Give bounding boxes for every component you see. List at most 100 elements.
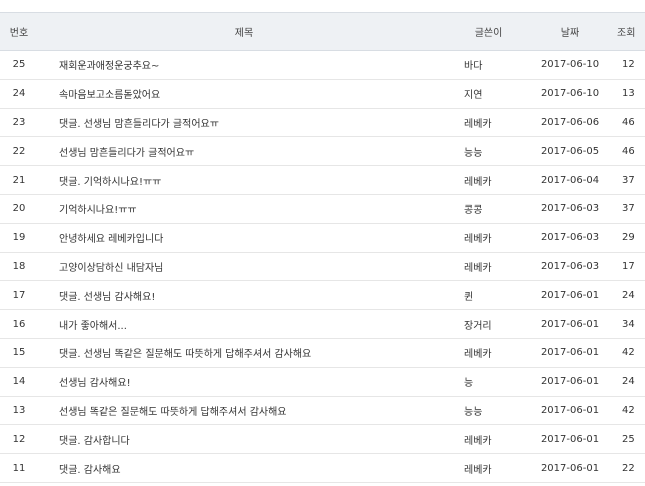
post-title-link[interactable]: 내가 좋아해서... xyxy=(59,321,127,332)
row-author: 지연 xyxy=(450,79,527,109)
table-row[interactable]: 23 댓글. 선생님 맘흔들리다가 글적어요ㅠ 레베카 2017-06-06 46 xyxy=(0,108,645,138)
row-date: 2017-06-03 xyxy=(527,194,613,224)
row-title-cell: 속마음보고소름돋았어요 xyxy=(38,79,450,109)
table-row[interactable]: 14 선생님 감사해요! 능 2017-06-01 24 xyxy=(0,367,645,397)
row-date: 2017-06-01 xyxy=(527,280,613,311)
row-author: 레베카 xyxy=(450,165,527,195)
row-author: 레베카 xyxy=(450,338,527,368)
row-date: 2017-06-01 xyxy=(527,453,613,483)
row-views: 37 xyxy=(613,194,645,224)
post-title-link[interactable]: 기억하시나요!ㅠㅠ xyxy=(59,205,137,216)
table-row[interactable]: 19 안녕하세요 레베카입니다 레베카 2017-06-03 29 xyxy=(0,223,645,253)
table-row[interactable]: 13 선생님 똑같은 질문해도 따뜻하게 답해주셔서 감사해요 능능 2017-06-… xyxy=(0,396,645,426)
board-header: 번호 제목 글쓴이 날짜 조회 xyxy=(0,12,645,51)
post-title-link[interactable]: 선생님 감사해요! xyxy=(59,378,131,389)
table-row[interactable]: 17 댓글. 선생님 감사해요! 퀸 2017-06-01 24 xyxy=(0,280,645,311)
row-date: 2017-06-01 xyxy=(527,424,613,455)
row-author: 레베카 xyxy=(450,424,527,455)
table-row[interactable]: 16 내가 좋아해서... 장거리 2017-06-01 34 xyxy=(0,309,645,339)
row-number: 15 xyxy=(0,338,38,368)
board-body: 25 재회운과애정운궁추요~ 바다 2017-06-10 12 24 속마음보고소름돋았어요… xyxy=(0,50,645,483)
row-number: 18 xyxy=(0,252,38,282)
table-row[interactable]: 24 속마음보고소름돋았어요 지연 2017-06-10 13 xyxy=(0,79,645,109)
header-row: 번호 제목 글쓴이 날짜 조회 xyxy=(0,12,645,51)
post-title-link[interactable]: 선생님 똑같은 질문해도 따뜻하게 답해주셔서 감사해요 xyxy=(59,407,287,418)
row-author: 능능 xyxy=(450,396,527,426)
header-date: 날짜 xyxy=(560,28,580,39)
post-title-link[interactable]: 댓글. 기억하시나요!ㅠㅠ xyxy=(59,177,161,188)
row-views: 34 xyxy=(613,309,645,339)
row-views: 46 xyxy=(613,108,645,138)
row-title-cell: 선생님 맘흔들리다가 글적어요ㅠ xyxy=(38,136,450,167)
row-views: 13 xyxy=(613,79,645,109)
row-number: 14 xyxy=(0,367,38,397)
row-date: 2017-06-05 xyxy=(527,136,613,167)
post-title-link[interactable]: 속마음보고소름돋았어요 xyxy=(59,90,160,101)
row-views: 22 xyxy=(613,453,645,483)
post-title-link[interactable]: 댓글. 선생님 감사해요! xyxy=(59,292,155,303)
row-title-cell: 댓글. 선생님 똑같은 질문해도 따뜻하게 답해주셔서 감사해요 xyxy=(38,338,450,368)
row-number: 25 xyxy=(0,50,38,80)
row-date: 2017-06-03 xyxy=(527,252,613,282)
header-number: 번호 xyxy=(9,28,29,39)
row-number: 19 xyxy=(0,223,38,253)
row-title-cell: 재회운과애정운궁추요~ xyxy=(38,50,450,80)
table-row[interactable]: 12 댓글. 감사합니다 레베카 2017-06-01 25 xyxy=(0,424,645,455)
row-date: 2017-06-10 xyxy=(527,79,613,109)
table-row[interactable]: 11 댓글. 감사해요 레베카 2017-06-01 22 xyxy=(0,453,645,483)
row-views: 17 xyxy=(613,252,645,282)
post-title-link[interactable]: 댓글. 감사해요 xyxy=(59,465,121,476)
row-date: 2017-06-01 xyxy=(527,367,613,397)
table-row[interactable]: 18 고양이상담하신 내담자님 레베카 2017-06-03 17 xyxy=(0,252,645,282)
row-date: 2017-06-06 xyxy=(527,108,613,138)
row-author: 레베카 xyxy=(450,223,527,253)
row-views: 25 xyxy=(613,424,645,455)
row-date: 2017-06-01 xyxy=(527,309,613,339)
row-title-cell: 댓글. 선생님 감사해요! xyxy=(38,280,450,311)
row-title-cell: 기억하시나요!ㅠㅠ xyxy=(38,194,450,224)
table-row[interactable]: 15 댓글. 선생님 똑같은 질문해도 따뜻하게 답해주셔서 감사해요 레베카 201… xyxy=(0,338,645,368)
row-title-cell: 댓글. 기억하시나요!ㅠㅠ xyxy=(38,165,450,195)
row-title-cell: 댓글. 감사합니다 xyxy=(38,424,450,455)
row-views: 46 xyxy=(613,136,645,167)
row-number: 13 xyxy=(0,396,38,426)
header-title: 제목 xyxy=(234,28,254,39)
row-author: 레베카 xyxy=(450,108,527,138)
row-title-cell: 댓글. 감사해요 xyxy=(38,453,450,483)
post-title-link[interactable]: 댓글. 선생님 맘흔들리다가 글적어요ㅠ xyxy=(59,119,219,130)
row-author: 바다 xyxy=(450,50,527,80)
row-author: 능능 xyxy=(450,136,527,167)
row-title-cell: 선생님 감사해요! xyxy=(38,367,450,397)
row-views: 42 xyxy=(613,338,645,368)
row-views: 29 xyxy=(613,223,645,253)
row-number: 24 xyxy=(0,79,38,109)
header-author: 글쓴이 xyxy=(474,28,503,39)
post-title-link[interactable]: 재회운과애정운궁추요~ xyxy=(59,61,159,72)
post-title-link[interactable]: 고양이상담하신 내담자님 xyxy=(59,263,163,274)
row-number: 20 xyxy=(0,194,38,224)
row-title-cell: 고양이상담하신 내담자님 xyxy=(38,252,450,282)
row-date: 2017-06-01 xyxy=(527,396,613,426)
row-date: 2017-06-01 xyxy=(527,338,613,368)
row-number: 17 xyxy=(0,280,38,311)
table-row[interactable]: 20 기억하시나요!ㅠㅠ 콩콩 2017-06-03 37 xyxy=(0,194,645,224)
row-views: 37 xyxy=(613,165,645,195)
table-row[interactable]: 25 재회운과애정운궁추요~ 바다 2017-06-10 12 xyxy=(0,50,645,80)
post-title-link[interactable]: 선생님 맘흔들리다가 글적어요ㅠ xyxy=(59,148,194,159)
row-author: 퀸 xyxy=(450,280,527,311)
row-views: 42 xyxy=(613,396,645,426)
post-title-link[interactable]: 댓글. 선생님 똑같은 질문해도 따뜻하게 답해주셔서 감사해요 xyxy=(59,349,311,360)
row-author: 콩콩 xyxy=(450,194,527,224)
row-date: 2017-06-03 xyxy=(527,223,613,253)
row-views: 24 xyxy=(613,367,645,397)
row-number: 11 xyxy=(0,453,38,483)
table-row[interactable]: 22 선생님 맘흔들리다가 글적어요ㅠ 능능 2017-06-05 46 xyxy=(0,136,645,167)
row-title-cell: 선생님 똑같은 질문해도 따뜻하게 답해주셔서 감사해요 xyxy=(38,396,450,426)
table-row[interactable]: 21 댓글. 기억하시나요!ㅠㅠ 레베카 2017-06-04 37 xyxy=(0,165,645,195)
row-author: 레베카 xyxy=(450,453,527,483)
post-title-link[interactable]: 안녕하세요 레베카입니다 xyxy=(59,234,163,245)
post-title-link[interactable]: 댓글. 감사합니다 xyxy=(59,436,130,447)
row-author: 장거리 xyxy=(450,309,527,339)
board-table: 번호 제목 글쓴이 날짜 조회 25 재회운과애정운궁추요~ 바다 2017-06-1… xyxy=(0,12,645,483)
row-title-cell: 댓글. 선생님 맘흔들리다가 글적어요ㅠ xyxy=(38,108,450,138)
